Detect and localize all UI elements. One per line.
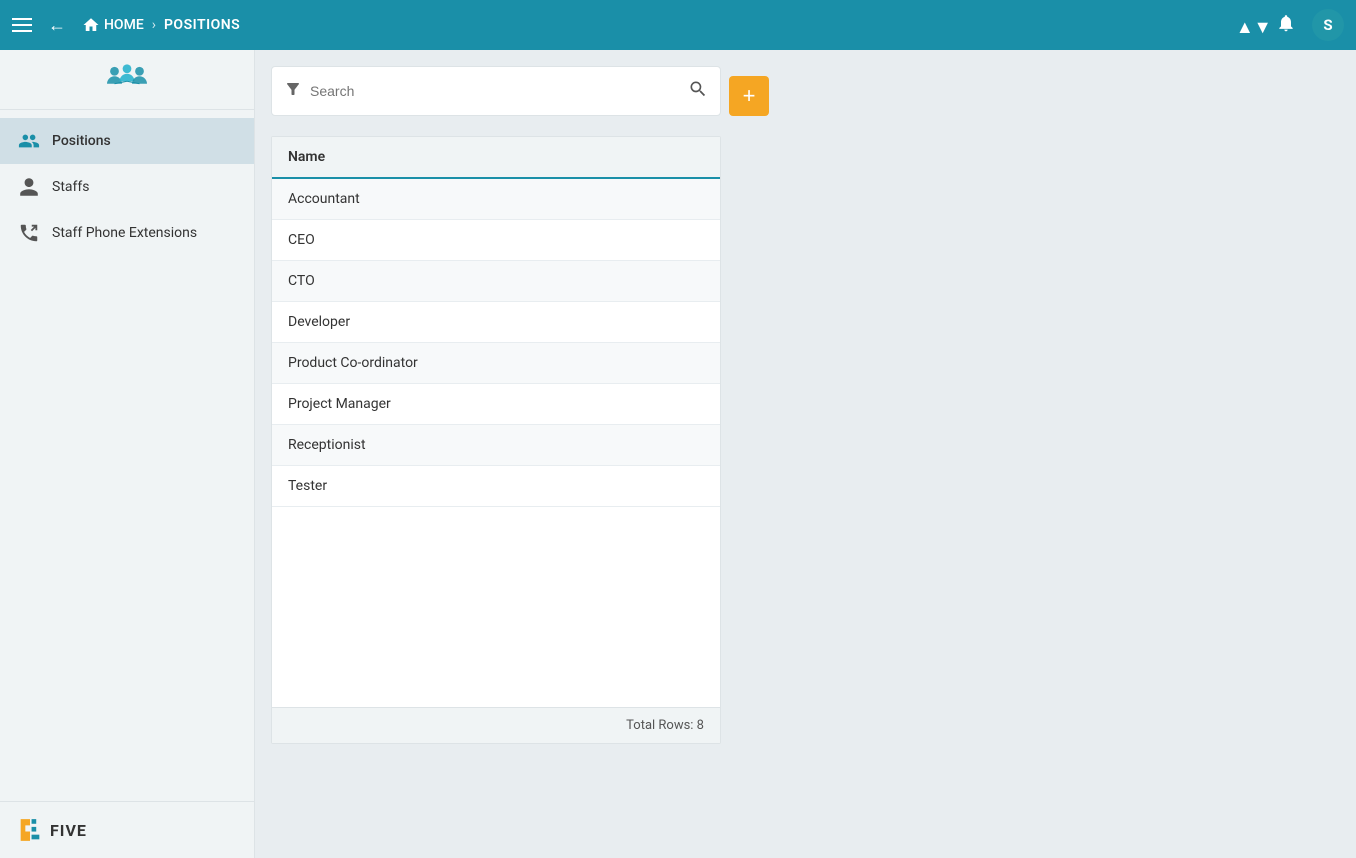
add-button[interactable]: +	[729, 76, 769, 116]
sidebar-item-staffs-label: Staffs	[52, 179, 89, 195]
top-navigation: ← HOME › POSITIONS ▲▼ S	[0, 0, 1356, 50]
sidebar: Positions Staffs Staff Phone Extensions	[0, 50, 255, 858]
sidebar-item-staff-phone-extensions[interactable]: Staff Phone Extensions	[0, 210, 254, 256]
search-bar	[271, 66, 721, 116]
sidebar-logo	[0, 50, 254, 110]
positions-table: Name AccountantCEOCTODeveloperProduct Co…	[271, 136, 721, 744]
five-logo-icon	[16, 816, 44, 844]
filter-icon	[284, 80, 302, 102]
sidebar-item-phone-ext-label: Staff Phone Extensions	[52, 225, 197, 241]
menu-icon[interactable]	[12, 18, 32, 32]
table-row[interactable]: CTO	[272, 261, 720, 302]
home-icon	[82, 16, 100, 34]
page-title: POSITIONS	[164, 17, 240, 33]
sidebar-navigation: Positions Staffs Staff Phone Extensions	[0, 110, 254, 801]
sidebar-footer: FIVE	[0, 801, 254, 858]
table-row[interactable]: Tester	[272, 466, 720, 507]
breadcrumb-chevron: ›	[152, 17, 156, 33]
main-content: + Name AccountantCEOCTODeveloperProduct …	[255, 50, 1356, 858]
sidebar-item-positions-label: Positions	[52, 133, 111, 149]
table-row[interactable]: Receptionist	[272, 425, 720, 466]
app-logo-icon	[102, 60, 152, 100]
table-header-name: Name	[272, 137, 720, 179]
table-rows-container: AccountantCEOCTODeveloperProduct Co-ordi…	[272, 179, 720, 507]
search-input[interactable]	[310, 83, 688, 99]
table-row[interactable]: Developer	[272, 302, 720, 343]
home-link[interactable]: HOME	[82, 16, 144, 34]
five-logo-text: FIVE	[50, 821, 87, 840]
home-label: HOME	[104, 17, 144, 33]
notification-bell-icon[interactable]: ▲▼	[1228, 9, 1304, 42]
sidebar-item-staffs[interactable]: Staffs	[0, 164, 254, 210]
table-footer: Total Rows: 8	[272, 707, 720, 743]
table-row[interactable]: Product Co-ordinator	[272, 343, 720, 384]
table-row[interactable]: CEO	[272, 220, 720, 261]
sidebar-item-positions[interactable]: Positions	[0, 118, 254, 164]
search-row: +	[271, 66, 1340, 126]
staffs-icon	[16, 174, 42, 200]
positions-icon	[16, 128, 42, 154]
phone-extensions-icon	[16, 220, 42, 246]
search-button[interactable]	[688, 79, 708, 104]
table-row[interactable]: Accountant	[272, 179, 720, 220]
five-logo: FIVE	[16, 816, 87, 844]
table-row[interactable]: Project Manager	[272, 384, 720, 425]
user-avatar[interactable]: S	[1312, 9, 1344, 41]
back-button[interactable]: ←	[40, 11, 74, 40]
table-empty-space	[272, 507, 720, 707]
